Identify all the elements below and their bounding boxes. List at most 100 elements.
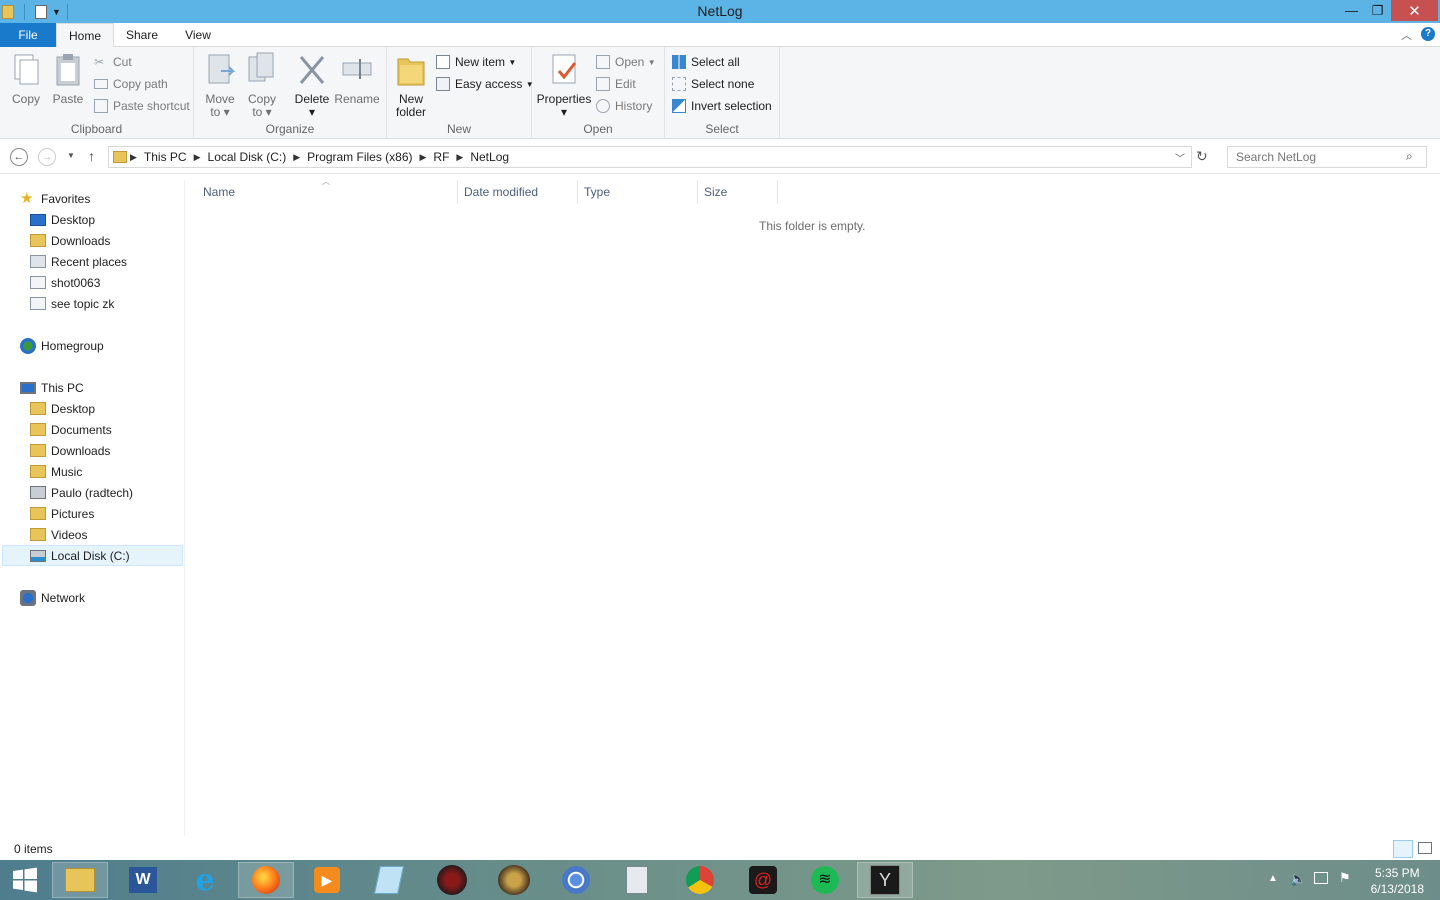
taskbar-game-hon[interactable] [486, 862, 542, 898]
minimize-button[interactable]: — [1338, 0, 1365, 21]
taskbar-garena[interactable]: @ [735, 862, 791, 898]
nav-network[interactable]: Network [20, 587, 85, 608]
open-button[interactable]: Open ▼ [596, 52, 656, 72]
select-all-button[interactable]: Select all [672, 52, 740, 72]
local-disk-icon [30, 549, 46, 562]
taskbar-game-mir[interactable] [424, 862, 480, 898]
copy-to-button[interactable]: Copy to ▾ [244, 51, 280, 119]
edit-button[interactable]: Edit [596, 74, 636, 94]
history-button[interactable]: History [596, 96, 652, 116]
taskbar-word[interactable]: W [115, 862, 171, 898]
nav-pc-desktop[interactable]: Desktop [30, 398, 95, 419]
tab-file[interactable]: File [0, 23, 56, 47]
invert-selection-icon [672, 99, 686, 113]
nav-homegroup[interactable]: Homegroup [20, 335, 104, 356]
select-none-button[interactable]: Select none [672, 74, 754, 94]
nav-pc-videos[interactable]: Videos [30, 524, 87, 545]
nav-favorites[interactable]: ★ Favorites [20, 188, 90, 209]
taskbar-spotify[interactable]: ≋ [797, 862, 853, 898]
start-button[interactable] [0, 862, 50, 898]
cut-button[interactable]: ✂ Cut [94, 52, 132, 72]
paste-button[interactable]: Paste [50, 51, 86, 106]
system-clock[interactable]: 5:35 PM 6/13/2018 [1371, 865, 1424, 897]
nav-pc-network-drive[interactable]: Paulo (radtech) [30, 482, 133, 503]
breadcrumb-separator[interactable]: ▶ [127, 152, 140, 163]
nav-fav-recent-places[interactable]: Recent places [30, 251, 127, 272]
nav-pc-music[interactable]: Music [30, 461, 82, 482]
taskbar-game-launcher[interactable]: Y [857, 862, 913, 898]
column-header-name[interactable]: Name [197, 180, 458, 204]
breadcrumb-rf[interactable]: RF [429, 150, 453, 164]
breadcrumb-program-files[interactable]: Program Files (x86) [303, 150, 416, 164]
chevron-up-icon[interactable]: ︿ [1401, 27, 1412, 43]
paste-icon [56, 54, 80, 86]
breadcrumb-separator[interactable]: ▶ [417, 152, 430, 163]
taskbar-internet-explorer[interactable]: e [177, 862, 233, 898]
taskbar-file-explorer[interactable] [52, 862, 108, 898]
search-icon[interactable]: ⌕ [1406, 149, 1413, 164]
taskbar-chromium[interactable] [548, 862, 604, 898]
breadcrumb-separator[interactable]: ▶ [453, 152, 466, 163]
breadcrumb-separator[interactable]: ▶ [290, 152, 303, 163]
nav-pc-documents[interactable]: Documents [30, 419, 112, 440]
rename-button[interactable]: Rename [334, 51, 380, 106]
taskbar-firefox[interactable] [238, 862, 294, 898]
easy-access-button[interactable]: Easy access ▼ [436, 74, 534, 94]
invert-selection-button[interactable]: Invert selection [672, 96, 772, 116]
restore-button[interactable]: ❐ [1364, 0, 1391, 21]
nav-pc-downloads[interactable]: Downloads [30, 440, 110, 461]
word-icon: W [129, 867, 157, 893]
details-view-icon[interactable] [1393, 840, 1413, 858]
firefox-icon [252, 866, 280, 894]
desktop-icon [30, 213, 46, 226]
action-center-flag-icon[interactable]: ⚑ [1339, 870, 1351, 886]
breadcrumb-netlog[interactable]: NetLog [466, 150, 513, 164]
taskbar-chrome[interactable] [672, 862, 728, 898]
tab-home[interactable]: Home [56, 23, 114, 48]
network-status-icon[interactable] [1314, 872, 1328, 884]
taskbar-media-player[interactable]: ▶ [299, 862, 355, 898]
large-icons-view-icon[interactable] [1418, 842, 1432, 854]
move-to-button[interactable]: Move to ▾ [202, 51, 238, 119]
up-arrow-icon[interactable]: ↑ [88, 148, 95, 164]
paste-shortcut-icon [94, 99, 108, 113]
show-hidden-icons-chevron-icon[interactable]: ▲ [1268, 873, 1278, 884]
new-folder-button[interactable]: New folder [393, 51, 429, 119]
delete-button[interactable]: Delete ▾ [292, 51, 332, 119]
taskbar-calculator[interactable] [609, 862, 665, 898]
column-header-type[interactable]: Type [578, 180, 698, 204]
breadcrumb-local-disk[interactable]: Local Disk (C:) [204, 150, 291, 164]
taskbar-notepad[interactable] [361, 862, 417, 898]
nav-fav-see-topic-zk[interactable]: see topic zk [30, 293, 114, 314]
breadcrumb-separator[interactable]: ▶ [191, 152, 204, 163]
nav-fav-desktop[interactable]: Desktop [30, 209, 95, 230]
new-group: New folder New item ▼ Easy access ▼ New [387, 47, 534, 139]
nav-fav-shot0063[interactable]: shot0063 [30, 272, 100, 293]
column-header-size[interactable]: Size [698, 180, 778, 204]
search-input[interactable] [1227, 146, 1427, 168]
close-button[interactable]: ✕ [1391, 0, 1438, 21]
nav-this-pc[interactable]: This PC [20, 377, 84, 398]
address-bar[interactable]: ▶ This PC ▶ Local Disk (C:) ▶ Program Fi… [108, 146, 1192, 168]
new-item-button[interactable]: New item ▼ [436, 52, 516, 72]
address-dropdown-chevron-icon[interactable]: ﹀ [1175, 150, 1185, 165]
nav-pc-pictures[interactable]: Pictures [30, 503, 94, 524]
volume-icon[interactable]: 🔈 [1290, 871, 1306, 887]
paste-shortcut-button[interactable]: Paste shortcut [94, 96, 190, 116]
copy-path-button[interactable]: Copy path [94, 74, 168, 94]
help-icon[interactable]: ? [1421, 27, 1435, 41]
recent-locations-chevron-icon[interactable]: ▼ [67, 151, 75, 160]
back-button[interactable]: ← [10, 148, 28, 166]
downloads-folder-icon [30, 234, 46, 247]
refresh-icon[interactable]: ↻ [1196, 148, 1208, 165]
nav-pc-local-disk[interactable]: Local Disk (C:) [2, 545, 183, 566]
copy-button[interactable]: Copy [8, 51, 44, 106]
tab-view[interactable]: View [176, 23, 220, 47]
properties-button[interactable]: Properties ▾ [536, 51, 592, 119]
tab-share[interactable]: Share [118, 23, 166, 47]
column-header-date-modified[interactable]: Date modified [458, 180, 578, 204]
forward-button[interactable]: → [38, 148, 56, 166]
nav-fav-downloads[interactable]: Downloads [30, 230, 110, 251]
taskbar: W e ▶ @ ≋ Y ▲ 🔈 ⚑ 5:35 PM 6/13/2018 [0, 860, 1440, 900]
breadcrumb-this-pc[interactable]: This PC [140, 150, 191, 164]
